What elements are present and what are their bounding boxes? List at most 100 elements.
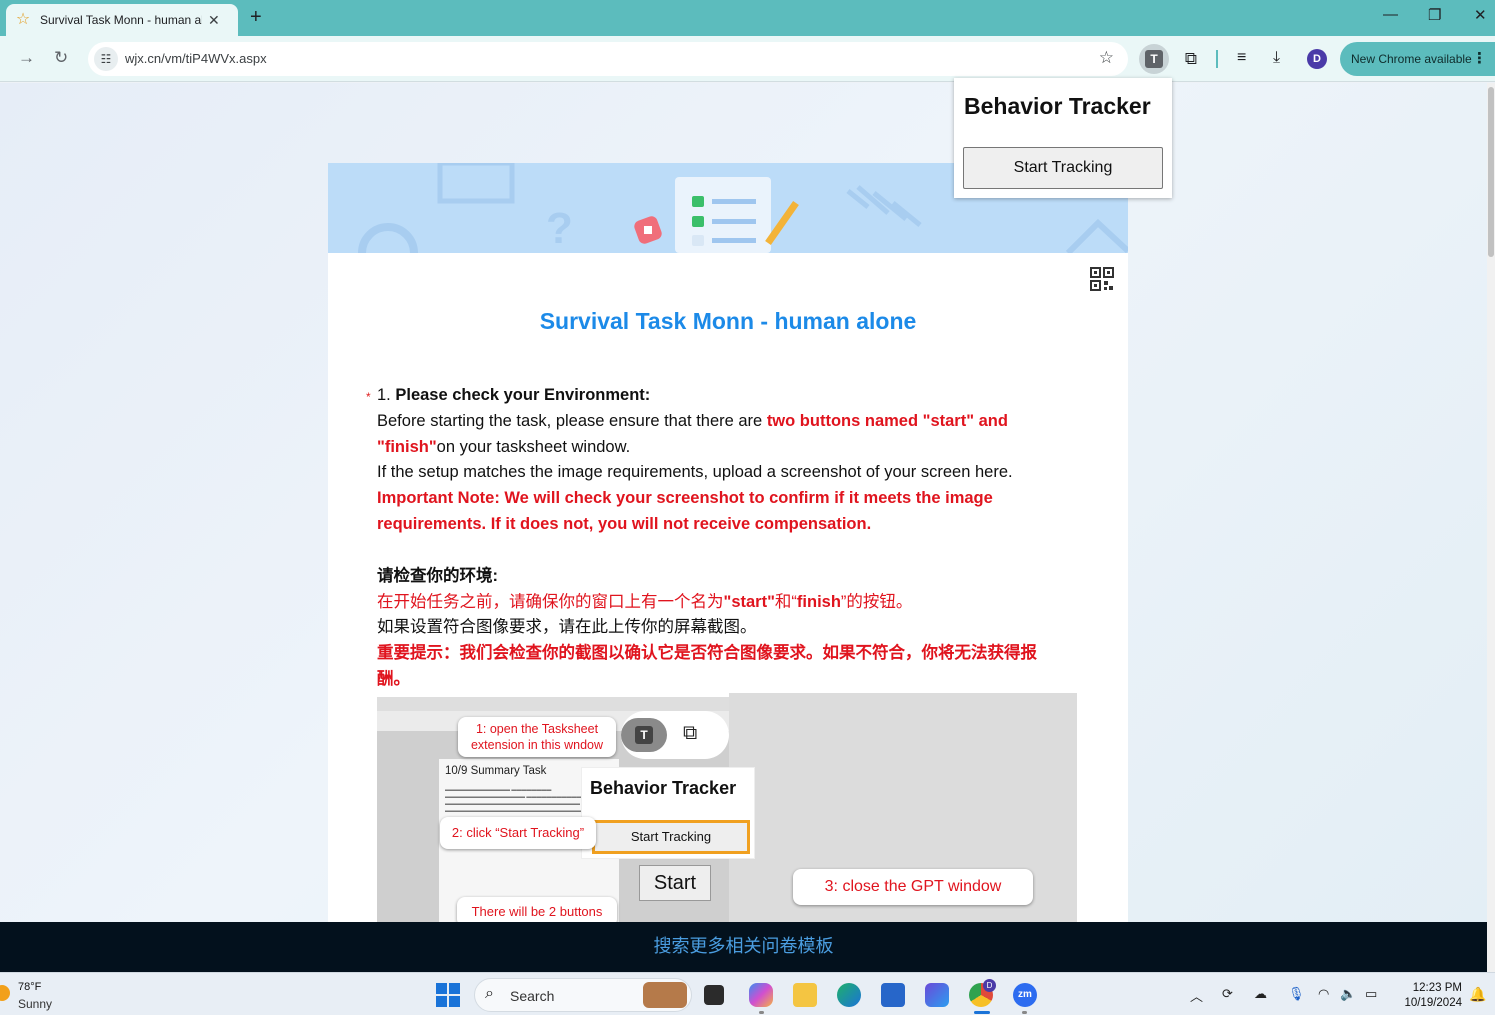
tray-chevron-icon[interactable]: ︿ xyxy=(1190,986,1203,1005)
cn-line1-c: 和“ xyxy=(774,592,797,611)
screenshot-behavior-tracker: Behavior Tracker Start Tracking xyxy=(581,767,755,859)
window-close-icon[interactable]: ✕ xyxy=(1474,6,1487,24)
minimize-icon[interactable]: — xyxy=(1383,6,1398,23)
bookmark-star-icon[interactable]: ☆ xyxy=(1099,48,1114,68)
battery-icon[interactable]: ▭ xyxy=(1365,986,1377,1002)
tab-active[interactable]: ☆ Survival Task Monn - human alone ✕ xyxy=(6,4,238,36)
search-icon: ⌕ xyxy=(485,985,494,1002)
sun-icon xyxy=(0,985,10,1001)
microphone-icon[interactable]: 🎙 xyxy=(1288,986,1305,1002)
question-heading: 1. Please check your Environment: xyxy=(366,383,1066,409)
question-number: 1. xyxy=(377,386,391,404)
toolbar-separator xyxy=(1216,50,1218,68)
reload-icon[interactable]: ↻ xyxy=(54,48,68,68)
instruction-image: 10/9 Summary Task ▬▬▬▬▬▬▬▬▬▬▬▬▬ ▬▬▬▬▬▬▬▬… xyxy=(377,693,1077,922)
scrollbar-thumb[interactable] xyxy=(1488,87,1494,257)
star-favicon-icon: ☆ xyxy=(15,11,31,28)
cn-important-note: 重要提示：我们会检查你的截图以确认它是否符合图像要求。如果不符合，你将无法获得报… xyxy=(377,644,1037,688)
chrome-profile-badge: D xyxy=(983,979,996,992)
screenshot-t-button: T xyxy=(621,718,667,752)
wifi-icon[interactable]: ◠ xyxy=(1318,986,1329,1002)
question-title: Please check your Environment: xyxy=(395,386,651,404)
site-info-icon[interactable]: ☷ xyxy=(94,47,118,71)
new-tab-button[interactable]: + xyxy=(250,6,262,29)
survey-container: ? Survival Task Monn - human alone * 1. … xyxy=(328,163,1128,922)
browser-toolbar: → ↻ ☷ wjx.cn/vm/tiP4WVx.aspx ☆ T ⧉ ≡ ⤓ D… xyxy=(0,36,1495,82)
restore-icon[interactable]: ❐ xyxy=(1428,6,1441,24)
qr-code-icon[interactable] xyxy=(1090,267,1114,291)
media-control-icon[interactable]: ≡ xyxy=(1237,49,1246,67)
screenshot-puzzle-icon: ⧉ xyxy=(683,722,698,744)
tab-strip: ☆ Survival Task Monn - human alone ✕ + —… xyxy=(0,0,1495,36)
address-bar[interactable]: ☷ wjx.cn/vm/tiP4WVx.aspx ☆ xyxy=(88,42,1128,76)
taskbar-search[interactable]: ⌕ Search xyxy=(474,978,692,1012)
screenshot-bt-title: Behavior Tracker xyxy=(590,778,737,798)
step3-callout: 3: close the GPT window xyxy=(793,869,1033,905)
copilot-icon[interactable] xyxy=(749,983,773,1007)
menu-dots-icon[interactable]: ⋮ xyxy=(1472,42,1487,76)
screenshot-start-tracking: Start Tracking xyxy=(592,820,750,854)
tracker-extension-button[interactable]: T xyxy=(1139,44,1169,74)
tracker-extension-icon: T xyxy=(1145,50,1163,68)
clock-date: 10/19/2024 xyxy=(1404,997,1462,1009)
cn-instruction: 在开始任务之前，请确保你的窗口上有一个名为"start"和“finish”的按钮… xyxy=(366,590,1066,616)
tab-title: Survival Task Monn - human alone xyxy=(40,13,202,27)
notification-bell-icon[interactable]: 🔔 xyxy=(1469,986,1486,1003)
cn-line1-finish: finish xyxy=(796,592,841,611)
cn-line1-e: ”的按钮。 xyxy=(840,592,913,611)
screenshot-card-title: 10/9 Summary Task xyxy=(445,765,547,777)
extensions-puzzle-icon[interactable]: ⧉ xyxy=(1176,44,1206,74)
profile-avatar[interactable]: D xyxy=(1307,49,1327,69)
page-scrollbar[interactable] xyxy=(1487,83,1495,972)
search-highlight-image xyxy=(643,982,687,1008)
download-icon[interactable]: ⤓ xyxy=(1273,49,1280,67)
footer-bar: 搜索更多相关问卷模板 xyxy=(0,922,1487,972)
weather-condition: Sunny xyxy=(18,997,53,1011)
edge-icon[interactable] xyxy=(837,983,861,1007)
en-instruction: Before starting the task, please ensure … xyxy=(366,409,1066,461)
task-view-icon[interactable] xyxy=(704,985,724,1005)
store-icon[interactable] xyxy=(881,983,905,1007)
note-callout: There will be 2 buttons xyxy=(457,897,617,922)
clock-time: 12:23 PM xyxy=(1412,982,1462,994)
start-menu-icon[interactable] xyxy=(436,983,460,1007)
screenshot-extension-bar: T ⧉ xyxy=(621,711,729,759)
update-label: New Chrome available xyxy=(1351,52,1472,66)
step2-callout: 2: click “Start Tracking” xyxy=(440,817,596,849)
taskbar-search-label: Search xyxy=(510,988,555,1004)
weather-temp: 78°F xyxy=(18,981,42,993)
volume-icon[interactable]: 🔈 xyxy=(1340,986,1356,1002)
page-viewport: ? Survival Task Monn - human alone * 1. … xyxy=(0,83,1487,922)
cn-heading: 请检查你的环境: xyxy=(377,566,498,585)
zoom-icon[interactable]: zm xyxy=(1013,983,1037,1007)
cn-line1-a: 在开始任务之前，请确保你的窗口上有一个名为 xyxy=(377,592,724,611)
step1-callout: 1: open the Tasksheet extension in this … xyxy=(458,717,616,757)
en-line1-suffix: on your tasksheet window. xyxy=(436,437,631,456)
behavior-tracker-popup: Behavior Tracker Start Tracking xyxy=(954,78,1172,198)
en-line2: If the setup matches the image requireme… xyxy=(377,463,1013,482)
system-clock[interactable]: 12:23 PM 10/19/2024 xyxy=(1396,981,1462,1011)
forward-icon[interactable]: → xyxy=(18,48,35,68)
onedrive-icon[interactable]: ☁ xyxy=(1254,986,1267,1002)
en-line1-prefix: Before starting the task, please ensure … xyxy=(377,411,767,430)
required-mark: * xyxy=(366,390,371,404)
copilot-running-indicator xyxy=(759,1011,764,1014)
file-explorer-icon[interactable] xyxy=(793,983,817,1007)
popup-title: Behavior Tracker xyxy=(964,93,1151,119)
chrome-icon[interactable]: D xyxy=(969,979,996,1007)
template-search-link[interactable]: 搜索更多相关问卷模板 xyxy=(654,936,834,956)
zoom-running-indicator xyxy=(1022,1011,1027,1014)
copilot-app-icon[interactable] xyxy=(925,983,949,1007)
screenshot-start-button: Start xyxy=(639,865,711,901)
windows-taskbar: 78°F Sunny ⌕ Search D zm ︿ ⟳ ☁ 🎙 ◠ 🔈 ▭ 1… xyxy=(0,972,1495,1015)
sync-icon[interactable]: ⟳ xyxy=(1222,986,1233,1002)
url-text[interactable]: wjx.cn/vm/tiP4WVx.aspx xyxy=(125,51,267,66)
update-chrome-button[interactable]: New Chrome available ⋮ xyxy=(1340,42,1495,76)
tab-close-icon[interactable]: ✕ xyxy=(208,12,220,29)
chrome-active-indicator xyxy=(974,1011,990,1014)
question-1: * 1. Please check your Environment: Befo… xyxy=(366,383,1066,693)
start-tracking-button[interactable]: Start Tracking xyxy=(963,147,1163,189)
screenshot-t-icon: T xyxy=(635,726,653,744)
survey-title: Survival Task Monn - human alone xyxy=(539,308,917,334)
svg-text:?: ? xyxy=(546,204,573,253)
